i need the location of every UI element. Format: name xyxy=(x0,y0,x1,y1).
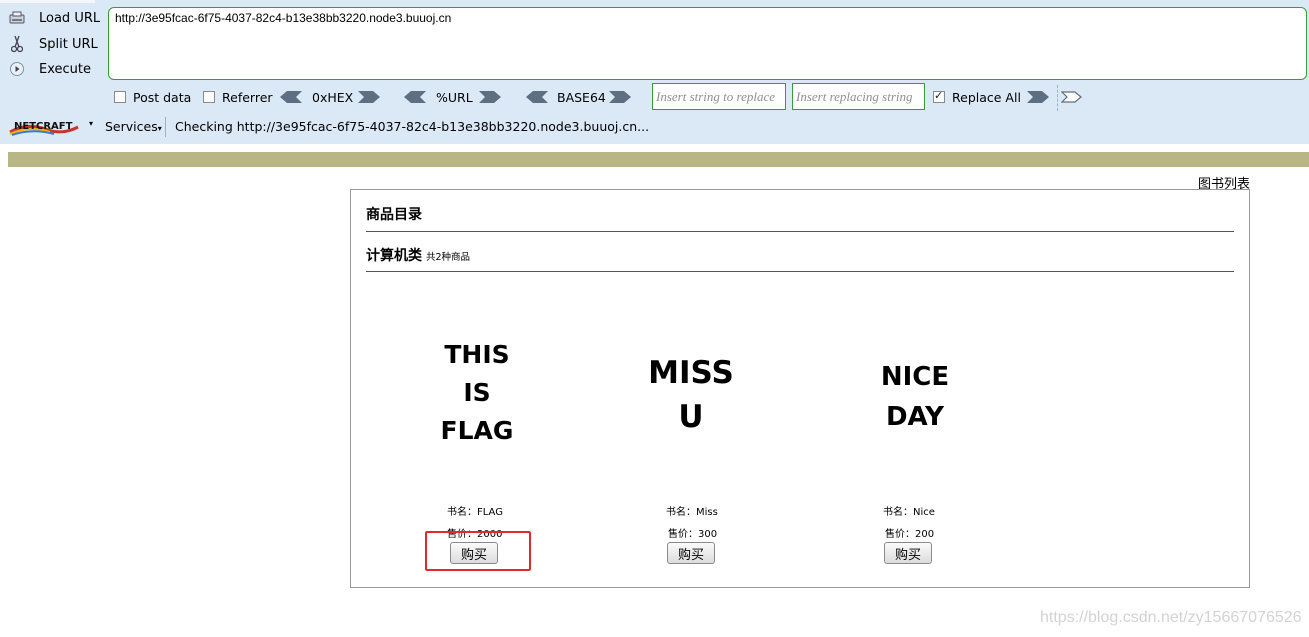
buy-button[interactable]: 购买 xyxy=(667,542,715,564)
netcraft-logo-text: NETCRAFT xyxy=(14,121,73,132)
netcraft-divider xyxy=(165,117,166,137)
product-cover-nice[interactable]: NICE DAY xyxy=(876,357,954,437)
replace-all-checkbox[interactable] xyxy=(933,89,945,103)
cover-line: DAY xyxy=(885,402,945,432)
buy-button[interactable]: 购买 xyxy=(884,542,932,564)
product-cover-miss[interactable]: MISS U xyxy=(645,351,737,439)
url-encode-arrow-icon[interactable] xyxy=(479,91,501,103)
url-decode-arrow-icon[interactable] xyxy=(404,91,426,103)
url-textarea[interactable]: http://3e95fcac-6f75-4037-82c4-b13e38bb3… xyxy=(108,7,1307,80)
product-price: 售价：200 xyxy=(885,529,935,540)
title-divider xyxy=(366,231,1234,232)
netcraft-logo[interactable]: NETCRAFT xyxy=(8,118,84,136)
product-name: 书名：FLAG xyxy=(447,507,503,518)
cover-line: IS xyxy=(463,378,491,407)
annotation-highlight-box xyxy=(425,531,531,571)
category-heading: 计算机类 共2种商品 xyxy=(366,245,470,265)
post-data-label: Post data xyxy=(133,90,192,105)
referrer-checkbox[interactable] xyxy=(203,91,215,103)
services-chevron-icon: ▾ xyxy=(157,124,162,133)
services-label: Services xyxy=(105,119,158,134)
play-icon xyxy=(8,60,26,78)
cover-line: THIS xyxy=(444,340,510,369)
toolbar-top-strip xyxy=(0,0,95,3)
replace-arrow-icon[interactable] xyxy=(1027,91,1049,103)
base64-label: BASE64 xyxy=(557,90,606,105)
post-data-checkbox[interactable] xyxy=(114,91,126,103)
category-count: 共2种商品 xyxy=(426,252,471,263)
category-divider xyxy=(366,271,1234,272)
cover-line: FLAG xyxy=(440,416,514,445)
replace-search-input[interactable]: Insert string to replace xyxy=(652,83,786,110)
category-name: 计算机类 xyxy=(366,248,422,264)
hex-decode-arrow-icon[interactable] xyxy=(280,91,302,103)
header-band xyxy=(8,152,1309,167)
replace-all-label: Replace All xyxy=(952,90,1021,105)
base64-encode-arrow-icon[interactable] xyxy=(609,91,631,103)
netcraft-bar: NETCRAFT ▾ Services▾ Checking http://3e9… xyxy=(0,116,1309,138)
dropdown-arrow-icon[interactable]: ▾ xyxy=(89,119,93,128)
hackbar-toolbar: Load URL Split URL Execute http://3e95fc… xyxy=(0,0,1309,144)
cover-line: MISS xyxy=(648,355,734,391)
load-url-label: Load URL xyxy=(39,10,101,26)
split-url-button[interactable]: Split URL xyxy=(8,33,98,55)
split-url-label: Split URL xyxy=(39,36,98,52)
product-cover-flag[interactable]: THIS IS FLAG xyxy=(436,336,518,450)
netcraft-status: Checking http://3e95fcac-6f75-4037-82c4-… xyxy=(175,119,650,134)
watermark: https://blog.csdn.net/zy15667076526 xyxy=(1040,609,1302,626)
product-name: 书名：Miss xyxy=(666,507,718,518)
hex-label: 0xHEX xyxy=(312,90,354,105)
product-name: 书名：Nice xyxy=(883,507,935,518)
execute-label: Execute xyxy=(39,61,91,77)
cover-line: NICE xyxy=(880,362,950,392)
load-url-button[interactable]: Load URL xyxy=(8,7,100,29)
product-price: 售价：300 xyxy=(668,529,718,540)
hex-encode-arrow-icon[interactable] xyxy=(358,91,380,103)
services-menu[interactable]: Services▾ xyxy=(105,119,162,134)
toolbar-separator xyxy=(1057,85,1058,111)
catalog-title: 商品目录 xyxy=(366,207,422,223)
replace-with-input[interactable]: Insert replacing string xyxy=(792,83,925,110)
execute-button[interactable]: Execute xyxy=(8,58,91,80)
next-arrow-icon[interactable] xyxy=(1061,91,1083,103)
url-label: %URL xyxy=(436,90,473,105)
base64-decode-arrow-icon[interactable] xyxy=(526,91,548,103)
cover-line: U xyxy=(678,399,704,435)
load-url-icon xyxy=(8,9,26,27)
scissors-icon xyxy=(8,35,26,53)
referrer-label: Referrer xyxy=(222,90,273,105)
